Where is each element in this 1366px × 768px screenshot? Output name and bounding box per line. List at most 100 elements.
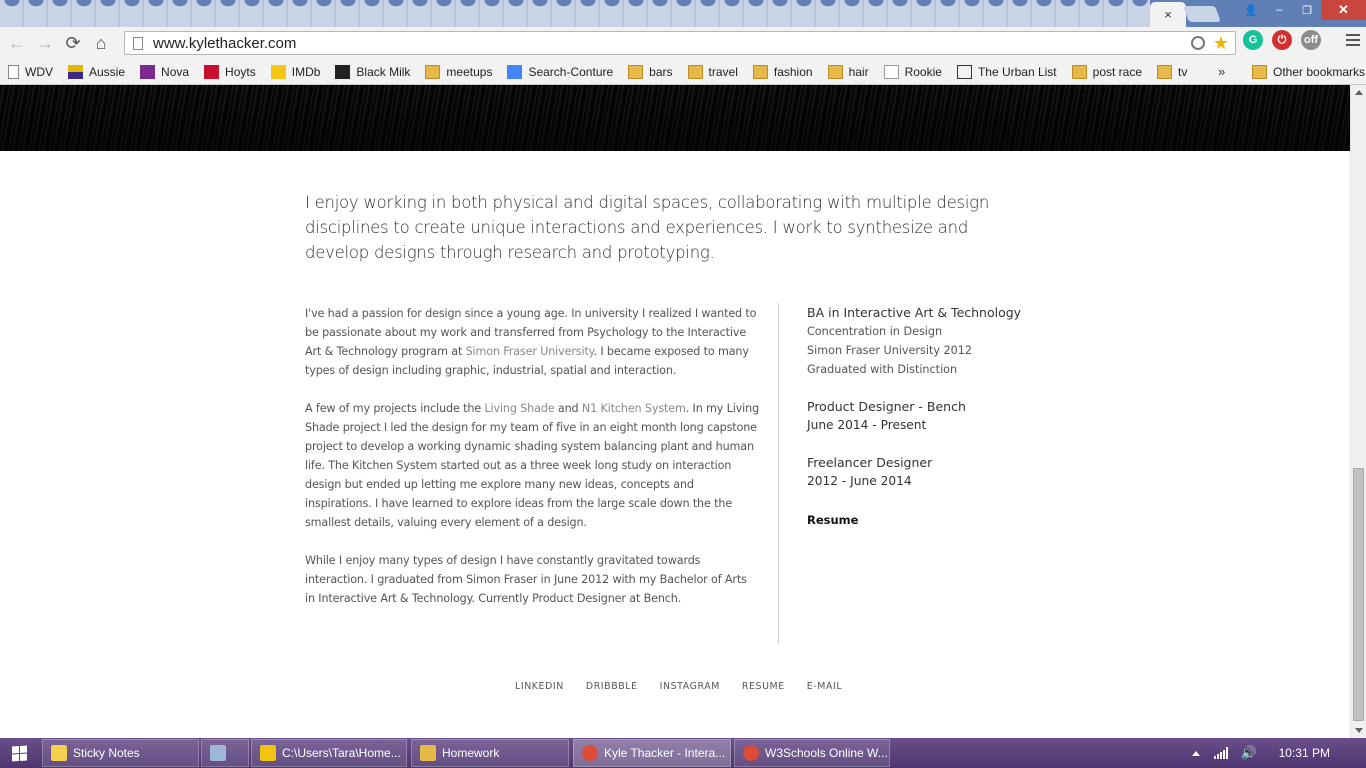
taskbar-item-label: Kyle Thacker - Intera...	[604, 746, 726, 760]
bookmark-hoyts[interactable]: Hoyts	[196, 64, 263, 79]
column-divider	[778, 303, 779, 644]
dribbble-link[interactable]: DRIBBBLE	[586, 681, 638, 692]
bookmark-aussie[interactable]: Aussie	[60, 64, 132, 79]
home-button[interactable]: ⌂	[87, 29, 115, 57]
taskbar-item[interactable]: Homework	[411, 739, 569, 767]
bm-icon	[335, 64, 351, 79]
bookmark-tv[interactable]: tv	[1149, 64, 1194, 79]
bookmark-wdv[interactable]: WDV	[0, 64, 60, 79]
taskbar-item[interactable]: Sticky Notes	[42, 739, 199, 767]
bookmark-hair[interactable]: hair	[820, 64, 876, 79]
job-title: Freelancer Designer	[807, 455, 933, 470]
chrome-menu-icon[interactable]	[1346, 34, 1360, 49]
taskbar-item[interactable]: C:\Users\Tara\Home...	[251, 739, 407, 767]
scroll-thumb[interactable]	[1353, 468, 1364, 721]
other-bookmarks[interactable]: Other bookmarks	[1244, 59, 1366, 85]
extensions: G ⏻ off	[1243, 30, 1321, 50]
imdb-icon	[270, 64, 286, 79]
bio-paragraph: While I enjoy many types of design I hav…	[305, 554, 747, 605]
taskbar-item-label: Homework	[442, 746, 500, 760]
volume-icon[interactable]: 🔊	[1240, 745, 1256, 761]
back-button[interactable]: ←	[3, 29, 31, 57]
page-scrollbar[interactable]	[1350, 85, 1366, 738]
living-shade-link[interactable]: Living Shade	[484, 402, 554, 415]
tab-close-icon[interactable]: ×	[1164, 7, 1172, 22]
user-icon[interactable]: 👤	[1237, 0, 1265, 20]
taskbar-item-label: Sticky Notes	[73, 746, 140, 760]
taskbar-item[interactable]	[201, 739, 249, 767]
bookmark-rookie[interactable]: Rookie	[876, 64, 949, 79]
windows-taskbar: Sticky Notes C:\Users\Tara\Home... Homewor…	[0, 738, 1366, 768]
resume-footer-link[interactable]: RESUME	[742, 681, 785, 692]
doc-icon	[8, 64, 19, 79]
url-text[interactable]: www.kylethacker.com	[153, 35, 1191, 52]
bookmark-post-race[interactable]: post race	[1064, 64, 1149, 79]
bookmarks-overflow-button[interactable]: »	[1218, 64, 1225, 79]
taskbar-item-label: W3Schools Online W...	[765, 746, 888, 760]
bookmark-bars[interactable]: bars	[620, 64, 679, 79]
zoom-icon[interactable]	[1190, 36, 1205, 50]
system-tray: 🔊 10:31 PM	[1192, 738, 1366, 768]
bookmark-meetups[interactable]: meetups	[417, 64, 499, 79]
email-link[interactable]: E-MAIL	[807, 681, 842, 692]
tab-strip: × 👤 – ❐ ✕	[0, 0, 1366, 27]
app-icon	[51, 745, 67, 761]
instagram-link[interactable]: INSTAGRAM	[660, 681, 720, 692]
resume-link[interactable]: Resume	[807, 513, 858, 527]
bookmark-the-urban-list[interactable]: The Urban List	[949, 64, 1064, 79]
active-tab[interactable]: ×	[1150, 2, 1186, 27]
bookmark-black-milk[interactable]: Black Milk	[327, 64, 417, 79]
bookmark-nova[interactable]: Nova	[132, 64, 196, 79]
folder-icon	[1157, 64, 1172, 79]
bookmark-label: Hoyts	[225, 64, 256, 79]
degree-line: Concentration in Design	[807, 325, 943, 338]
close-window-button[interactable]: ✕	[1321, 0, 1366, 20]
education-block: BA in Interactive Art & Technology Conce…	[807, 303, 1067, 379]
sfu-link[interactable]: Simon Fraser University	[466, 345, 594, 358]
window-controls: 👤 – ❐ ✕	[1237, 0, 1366, 20]
folder-icon	[687, 64, 703, 79]
signal-icon[interactable]	[1214, 747, 1229, 759]
folder-icon	[1252, 65, 1267, 79]
minimize-button[interactable]: –	[1265, 0, 1293, 20]
bookmark-fashion[interactable]: fashion	[745, 64, 820, 79]
start-button[interactable]	[0, 738, 38, 768]
bookmark-label: IMDb	[291, 64, 321, 79]
background-tabs[interactable]	[0, 0, 1150, 27]
bio-paragraph: A few of my projects include the Living …	[305, 402, 760, 529]
forward-button[interactable]: →	[31, 29, 59, 57]
google-icon	[507, 64, 523, 79]
bookmark-label: travel	[708, 64, 738, 79]
job-block: Freelancer Designer 2012 - June 2014	[807, 453, 1067, 491]
bookmark-search-conture[interactable]: Search-Conture	[499, 64, 620, 79]
bookmark-label: The Urban List	[977, 64, 1057, 79]
reload-button[interactable]: ⟳	[59, 29, 87, 57]
new-tab-button[interactable]	[1183, 6, 1221, 22]
taskbar-item[interactable]: W3Schools Online W...	[734, 739, 890, 767]
bookmark-travel[interactable]: travel	[680, 64, 745, 79]
folder-icon	[827, 64, 843, 79]
bookmark-imdb[interactable]: IMDb	[263, 64, 328, 79]
linkedin-link[interactable]: LINKEDIN	[515, 681, 564, 692]
taskbar-item[interactable]: Kyle Thacker - Intera...	[573, 739, 731, 767]
scroll-up-arrow-icon[interactable]	[1355, 90, 1363, 95]
kitchen-system-link[interactable]: N1 Kitchen System	[582, 402, 686, 415]
show-hidden-icons-icon[interactable]	[1192, 750, 1201, 756]
bookmarks-bar: WDV Aussie Nova Hoyts IMDb Black Milk meetups S…	[0, 59, 1366, 85]
power-icon[interactable]: ⏻	[1272, 30, 1292, 50]
scroll-down-arrow-icon[interactable]	[1355, 728, 1363, 733]
hero-image	[0, 85, 1350, 151]
urban-icon	[956, 64, 972, 79]
clock[interactable]: 10:31 PM	[1279, 746, 1330, 760]
folder-icon	[752, 64, 768, 79]
app-icon	[210, 745, 226, 761]
grammarly-icon[interactable]: G	[1243, 30, 1263, 50]
intro-statement: I enjoy working in both physical and dig…	[305, 193, 990, 262]
bookmark-star-icon[interactable]: ★	[1213, 33, 1229, 54]
rookie-icon	[883, 64, 899, 79]
restore-button[interactable]: ❐	[1293, 0, 1321, 20]
other-bookmarks-label: Other bookmarks	[1273, 65, 1366, 79]
cat-extension-icon[interactable]: off	[1301, 30, 1321, 50]
folder-icon	[628, 64, 644, 79]
address-bar[interactable]: www.kylethacker.com ★	[124, 31, 1236, 55]
